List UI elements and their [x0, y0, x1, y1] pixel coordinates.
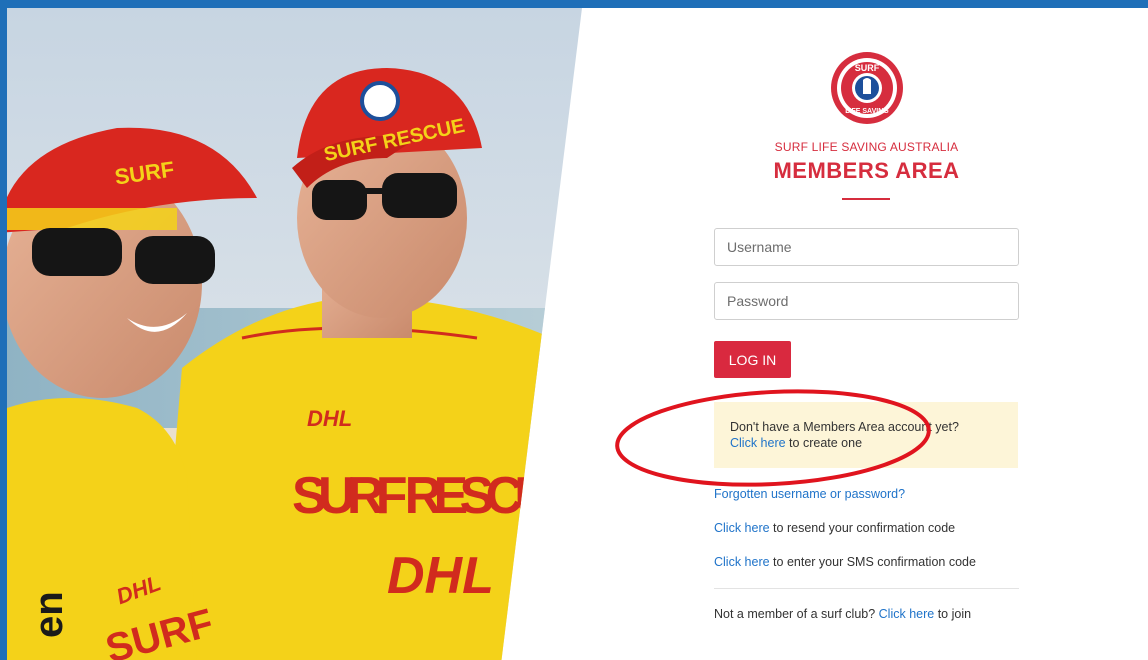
login-button[interactable]: LOG IN: [714, 341, 791, 378]
page-title: MEMBERS AREA: [773, 158, 960, 183]
shirt-sponsor: DHL: [307, 406, 352, 431]
join-suffix: to join: [934, 607, 972, 621]
sms-code-row: Click here to enter your SMS confirmatio…: [714, 555, 1019, 569]
logo-text-top: SURF: [855, 63, 880, 73]
resend-code-suffix: to resend your confirmation code: [769, 521, 956, 535]
password-input[interactable]: [714, 282, 1019, 320]
username-input[interactable]: [714, 228, 1019, 266]
join-club-link[interactable]: Click here: [879, 607, 935, 621]
annotation-ellipse: [615, 389, 931, 487]
sleeve-text: en: [27, 591, 71, 638]
footer-divider: [714, 588, 1019, 589]
org-name: SURF LIFE SAVING AUSTRALIA: [774, 140, 959, 154]
title-divider: [842, 198, 890, 200]
surf-life-saving-logo: SURF LIFE SAVING: [831, 52, 903, 124]
sms-code-suffix: to enter your SMS confirmation code: [769, 555, 976, 569]
join-prefix: Not a member of a surf club?: [714, 607, 879, 621]
resend-code-row: Click here to resend your confirmation c…: [714, 521, 1019, 535]
shirt-text: SURF RESCU: [292, 467, 552, 525]
join-club-row: Not a member of a surf club? Click here …: [714, 607, 1019, 621]
sms-code-link[interactable]: Click here: [714, 555, 770, 569]
shirt-sponsor-large: DHL: [387, 547, 494, 605]
logo-text-bottom: LIFE SAVING: [845, 108, 889, 115]
hero-photo: SURF RESCUE DHL SURF RESCU DHL SURF DHL …: [7, 8, 582, 660]
resend-code-link[interactable]: Click here: [714, 521, 770, 535]
